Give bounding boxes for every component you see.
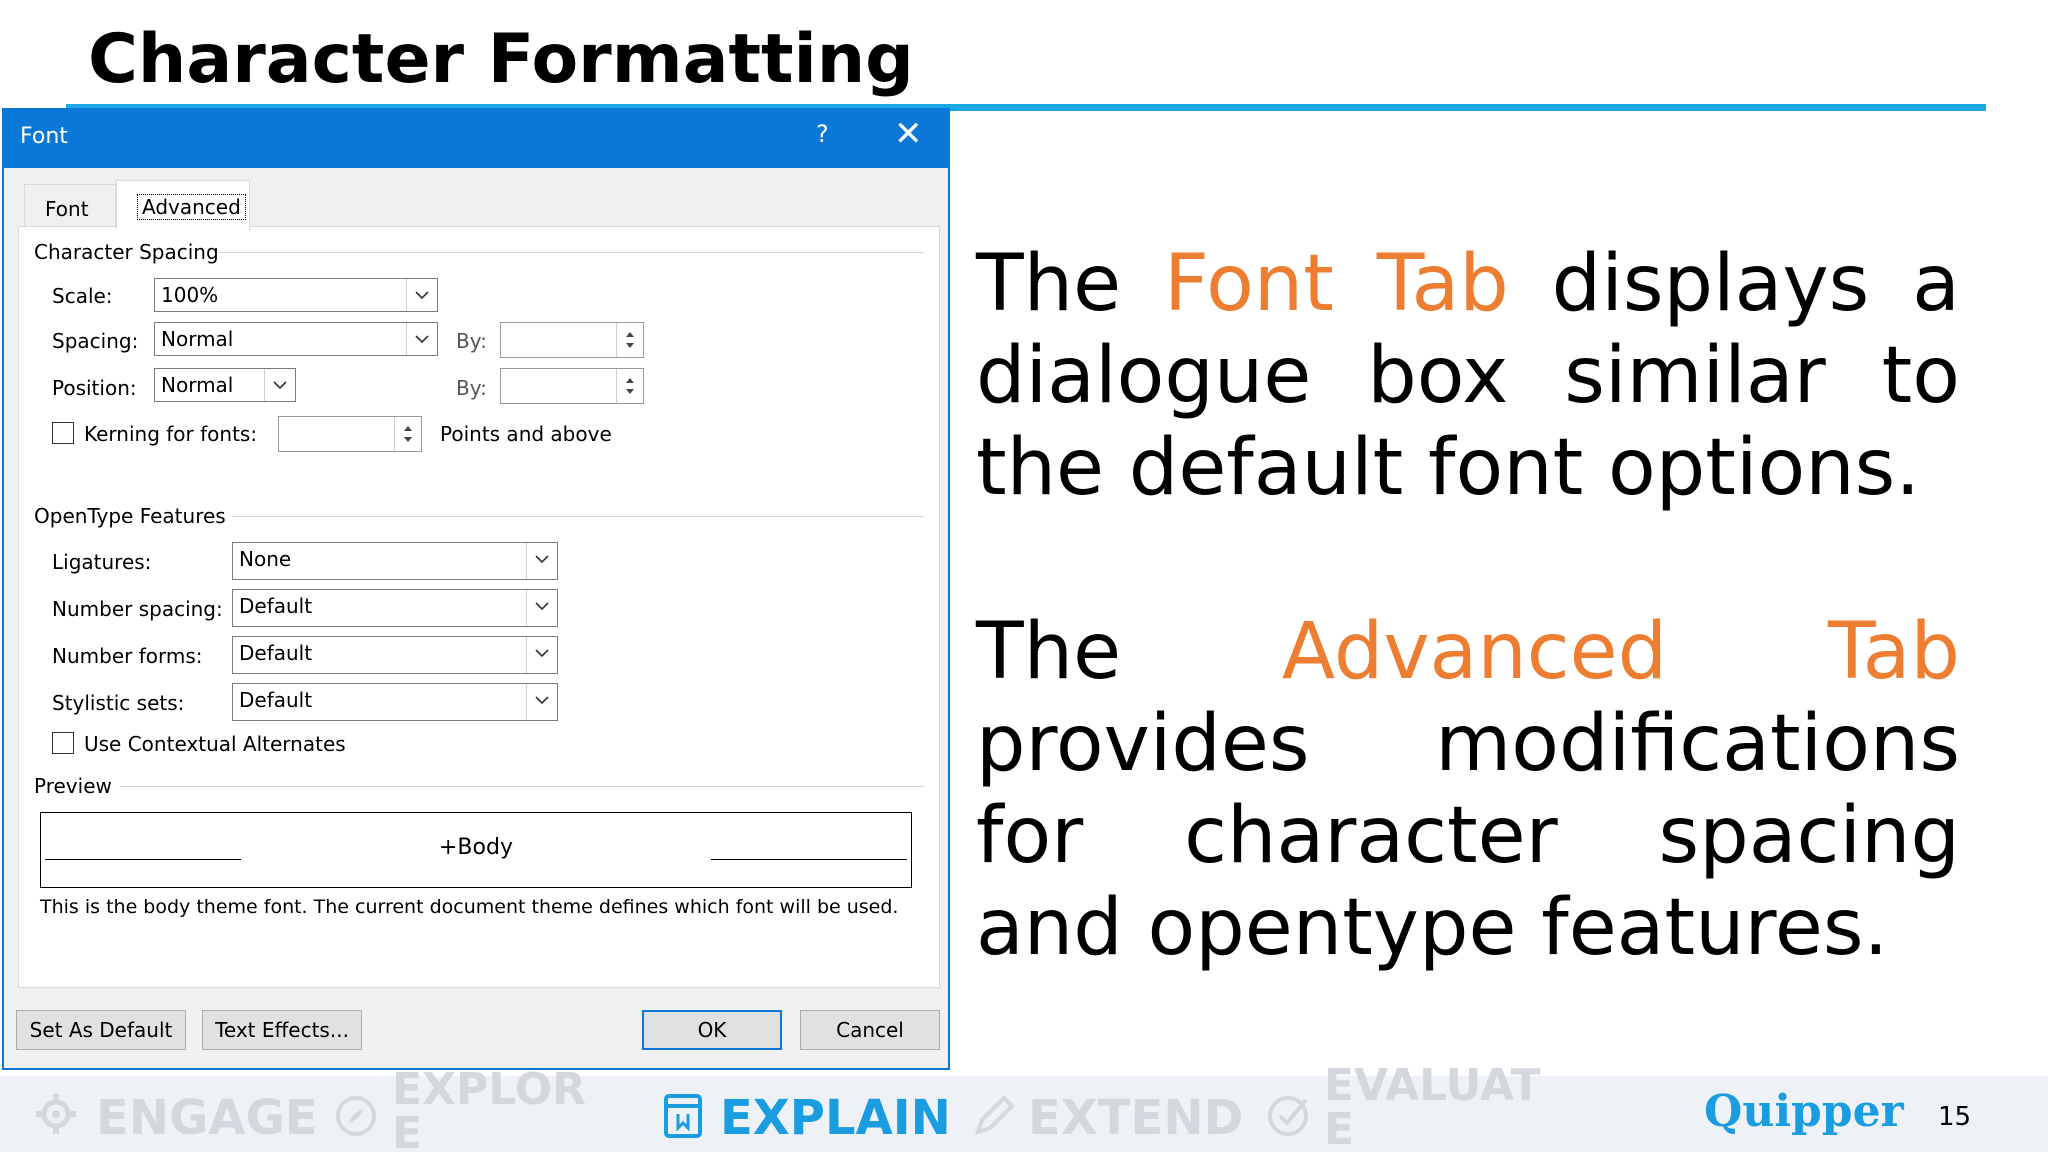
- contextual-alternates-label: Use Contextual Alternates: [84, 732, 346, 756]
- contextual-alternates-checkbox[interactable]: [52, 732, 74, 754]
- check-circle-icon: [1266, 1092, 1312, 1142]
- ligatures-combobox[interactable]: None: [232, 542, 558, 580]
- paragraph-text: The: [976, 239, 1164, 329]
- ligatures-label: Ligatures:: [52, 550, 152, 574]
- spinner-arrows-icon[interactable]: [394, 417, 421, 451]
- highlight-font-tab: Font Tab: [1163, 239, 1509, 329]
- kerning-checkbox[interactable]: [52, 422, 74, 444]
- position-by-label: By:: [456, 376, 487, 400]
- spinner-arrows-icon[interactable]: [616, 369, 643, 403]
- preview-sample: +Body: [439, 835, 513, 860]
- step-engage[interactable]: ENGAGE: [96, 1090, 318, 1146]
- text-effects-button[interactable]: Text Effects...: [202, 1010, 362, 1050]
- step-explore[interactable]: EXPLORE: [392, 1068, 592, 1148]
- position-by-spinner[interactable]: [500, 368, 644, 404]
- stylistic-sets-combobox[interactable]: Default: [232, 683, 558, 721]
- ok-button[interactable]: OK: [642, 1010, 782, 1050]
- step-extend[interactable]: EXTEND: [1028, 1090, 1243, 1146]
- character-spacing-heading: Character Spacing: [34, 240, 219, 264]
- close-icon[interactable]: ✕: [894, 114, 923, 154]
- divider: [218, 252, 924, 253]
- number-forms-combobox[interactable]: Default: [232, 636, 558, 674]
- kerning-points-label: Points and above: [440, 422, 612, 446]
- ligatures-value: None: [239, 547, 292, 571]
- compass-icon: [334, 1094, 378, 1142]
- chevron-down-icon[interactable]: [264, 369, 295, 401]
- opentype-heading: OpenType Features: [34, 504, 226, 528]
- chevron-down-icon[interactable]: [526, 637, 557, 673]
- step-explain[interactable]: EXPLAIN: [720, 1090, 951, 1146]
- chevron-down-icon[interactable]: [406, 279, 437, 311]
- scale-combobox[interactable]: 100%: [154, 278, 438, 312]
- help-button[interactable]: ?: [816, 120, 829, 148]
- pencil-icon: [972, 1092, 1018, 1142]
- spacing-label: Spacing:: [52, 329, 139, 353]
- dialog-title: Font: [20, 124, 68, 149]
- spinner-arrows-icon[interactable]: [616, 323, 643, 357]
- font-dialog: Font ? ✕ Font Advanced Character Spacing…: [2, 108, 950, 1070]
- divider: [232, 516, 924, 517]
- tab-font[interactable]: Font: [24, 184, 116, 226]
- chevron-down-icon[interactable]: [526, 590, 557, 626]
- spacing-by-label: By:: [456, 329, 487, 353]
- chevron-down-icon[interactable]: [526, 543, 557, 579]
- preview-heading: Preview: [34, 774, 112, 798]
- chevron-down-icon[interactable]: [526, 684, 557, 720]
- kerning-spinner[interactable]: [278, 416, 422, 452]
- body-paragraph-advanced-tab: The Advanced Tab provides modifications …: [976, 606, 1960, 974]
- position-combobox[interactable]: Normal: [154, 368, 296, 402]
- step-evaluate[interactable]: EVALUATE: [1324, 1064, 1554, 1148]
- kerning-label: Kerning for fonts:: [84, 422, 258, 446]
- number-forms-value: Default: [239, 641, 313, 665]
- highlight-advanced-tab: Advanced Tab: [1281, 607, 1960, 697]
- set-as-default-button[interactable]: Set As Default: [16, 1010, 186, 1050]
- position-value: Normal: [161, 373, 234, 397]
- preview-box: +Body: [40, 812, 912, 888]
- preview-note: This is the body theme font. The current…: [40, 896, 899, 918]
- number-forms-label: Number forms:: [52, 644, 203, 668]
- spacing-combobox[interactable]: Normal: [154, 322, 438, 356]
- number-spacing-combobox[interactable]: Default: [232, 589, 558, 627]
- body-paragraph-font-tab: The Font Tab displays a dialogue box sim…: [976, 238, 1960, 514]
- tab-advanced-label: Advanced: [137, 194, 246, 220]
- book-icon: [662, 1092, 706, 1144]
- scale-label: Scale:: [52, 284, 113, 308]
- tab-advanced[interactable]: Advanced: [116, 180, 250, 230]
- paragraph-text: The: [976, 607, 1282, 697]
- stylistic-sets-value: Default: [239, 688, 313, 712]
- chevron-down-icon[interactable]: [406, 323, 437, 355]
- divider: [120, 786, 924, 787]
- paragraph-text: provides modifications for character spa…: [976, 699, 1960, 973]
- preview-baseline-right: [711, 859, 907, 860]
- page-number: 15: [1938, 1102, 1972, 1132]
- stylistic-sets-label: Stylistic sets:: [52, 691, 185, 715]
- number-spacing-value: Default: [239, 594, 313, 618]
- position-label: Position:: [52, 376, 137, 400]
- scale-value: 100%: [161, 283, 219, 307]
- number-spacing-label: Number spacing:: [52, 597, 223, 621]
- dialog-titlebar: Font ? ✕: [4, 110, 948, 168]
- spacing-by-spinner[interactable]: [500, 322, 644, 358]
- gear-icon: [34, 1092, 78, 1140]
- slide-title: Character Formatting: [88, 20, 914, 99]
- quipper-logo: Quipper: [1704, 1086, 1904, 1137]
- cancel-button[interactable]: Cancel: [800, 1010, 940, 1050]
- spacing-value: Normal: [161, 327, 234, 351]
